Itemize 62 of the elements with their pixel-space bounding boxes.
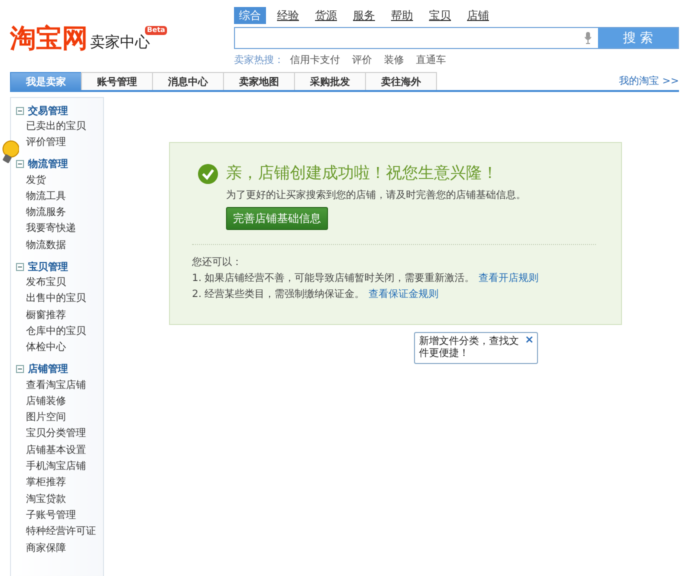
sidebar-item[interactable]: 物流数据 — [26, 238, 66, 254]
hot-search-link[interactable]: 装修 — [384, 53, 404, 67]
sidebar-item[interactable]: 仓库中的宝贝 — [26, 324, 86, 340]
success-title: 亲，店铺创建成功啦！祝您生意兴隆！ — [226, 163, 498, 184]
sidebar-item[interactable]: 物流服务 — [26, 205, 66, 222]
nav-tab[interactable]: 卖家地图 — [223, 72, 295, 90]
collapse-icon[interactable] — [16, 365, 24, 374]
rules-link[interactable]: 查看开店规则 — [478, 273, 539, 284]
close-button[interactable]: × — [524, 334, 534, 346]
logo-subtitle: 卖家中心 — [90, 35, 150, 52]
search-tab[interactable]: 服务 — [348, 7, 380, 24]
sidebar-item[interactable]: 橱窗推荐 — [26, 308, 66, 324]
lightbulb-icon — [1, 140, 19, 164]
hot-search-link[interactable]: 评价 — [352, 53, 372, 67]
logo-text: 淘宝网 — [10, 26, 88, 52]
sidebar-group-title[interactable]: 物流管理 — [28, 157, 68, 172]
sidebar-item[interactable]: 宝贝分类管理 — [26, 426, 86, 443]
my-taobao-link[interactable]: 我的淘宝 >> — [619, 74, 679, 88]
sidebar-item[interactable]: 查看淘宝店铺 — [26, 378, 86, 394]
checkmark-icon — [198, 164, 218, 184]
sidebar-item[interactable]: 体检中心 — [26, 340, 66, 357]
sidebar-group-title[interactable]: 交易管理 — [28, 104, 68, 118]
option-text: 1. 如果店铺经营不善，可能导致店铺暂时关闭，需要重新激活。 — [192, 273, 475, 284]
options-heading: 您还可以： — [192, 256, 243, 270]
sidebar-item[interactable]: 已卖出的宝贝 — [26, 119, 86, 136]
sidebar-item[interactable]: 发布宝贝 — [26, 275, 66, 292]
hot-search-link[interactable]: 直通车 — [416, 53, 446, 67]
sidebar-item[interactable]: 掌柜推荐 — [26, 475, 66, 492]
sidebar-item[interactable]: 商家保障 — [26, 540, 66, 557]
search-tab[interactable]: 店铺 — [462, 7, 494, 24]
sidebar-item[interactable]: 淘宝贷款 — [26, 492, 66, 508]
search-tab[interactable]: 帮助 — [386, 7, 418, 24]
sidebar-item[interactable]: 发货 — [26, 172, 46, 189]
search-tab[interactable]: 经验 — [272, 7, 304, 24]
sidebar-item[interactable]: 特种经营许可证 — [26, 524, 96, 541]
sidebar-group-title[interactable]: 店铺管理 — [28, 362, 68, 376]
search-tab[interactable]: 宝贝 — [424, 7, 456, 24]
nav-tab[interactable]: 账号管理 — [81, 72, 153, 90]
tooltip-text: 新增文件分类，查找文件更便捷！ — [419, 336, 519, 359]
option-text: 2. 经营某些类目，需强制缴纳保证金。 — [192, 289, 365, 300]
search-tab[interactable]: 货源 — [310, 7, 342, 24]
collapse-icon[interactable] — [16, 106, 24, 114]
sidebar-group-title[interactable]: 宝贝管理 — [28, 260, 68, 274]
hot-search-link[interactable]: 信用卡支付 — [290, 53, 340, 67]
sidebar-item[interactable]: 图片空间 — [26, 410, 66, 426]
collapse-icon[interactable] — [16, 160, 24, 168]
sidebar-item[interactable]: 我要寄快递 — [26, 221, 76, 238]
success-subtitle: 为了更好的让买家搜索到您的店铺，请及时完善您的店铺基础信息。 — [226, 188, 527, 202]
nav-tab[interactable]: 消息中心 — [152, 72, 224, 90]
sidebar-item[interactable]: 店铺装修 — [26, 394, 66, 410]
rules-link[interactable]: 查看保证金规则 — [368, 289, 439, 300]
sidebar-item[interactable]: 出售中的宝贝 — [26, 291, 86, 308]
sidebar-item[interactable]: 手机淘宝店铺 — [26, 459, 86, 476]
sidebar-item[interactable]: 物流工具 — [26, 188, 66, 206]
sidebar-item[interactable]: 评价管理 — [26, 135, 66, 152]
sidebar-item[interactable]: 店铺基本设置 — [26, 442, 86, 460]
nav-tab[interactable]: 采购批发 — [294, 72, 366, 90]
collapse-icon[interactable] — [16, 262, 24, 271]
complete-info-button[interactable]: 完善店铺基础信息 — [226, 207, 328, 230]
nav-tab[interactable]: 卖往海外 — [365, 72, 437, 90]
hot-search-label: 卖家热搜： — [234, 54, 284, 67]
sidebar-item[interactable]: 子账号管理 — [26, 508, 76, 524]
